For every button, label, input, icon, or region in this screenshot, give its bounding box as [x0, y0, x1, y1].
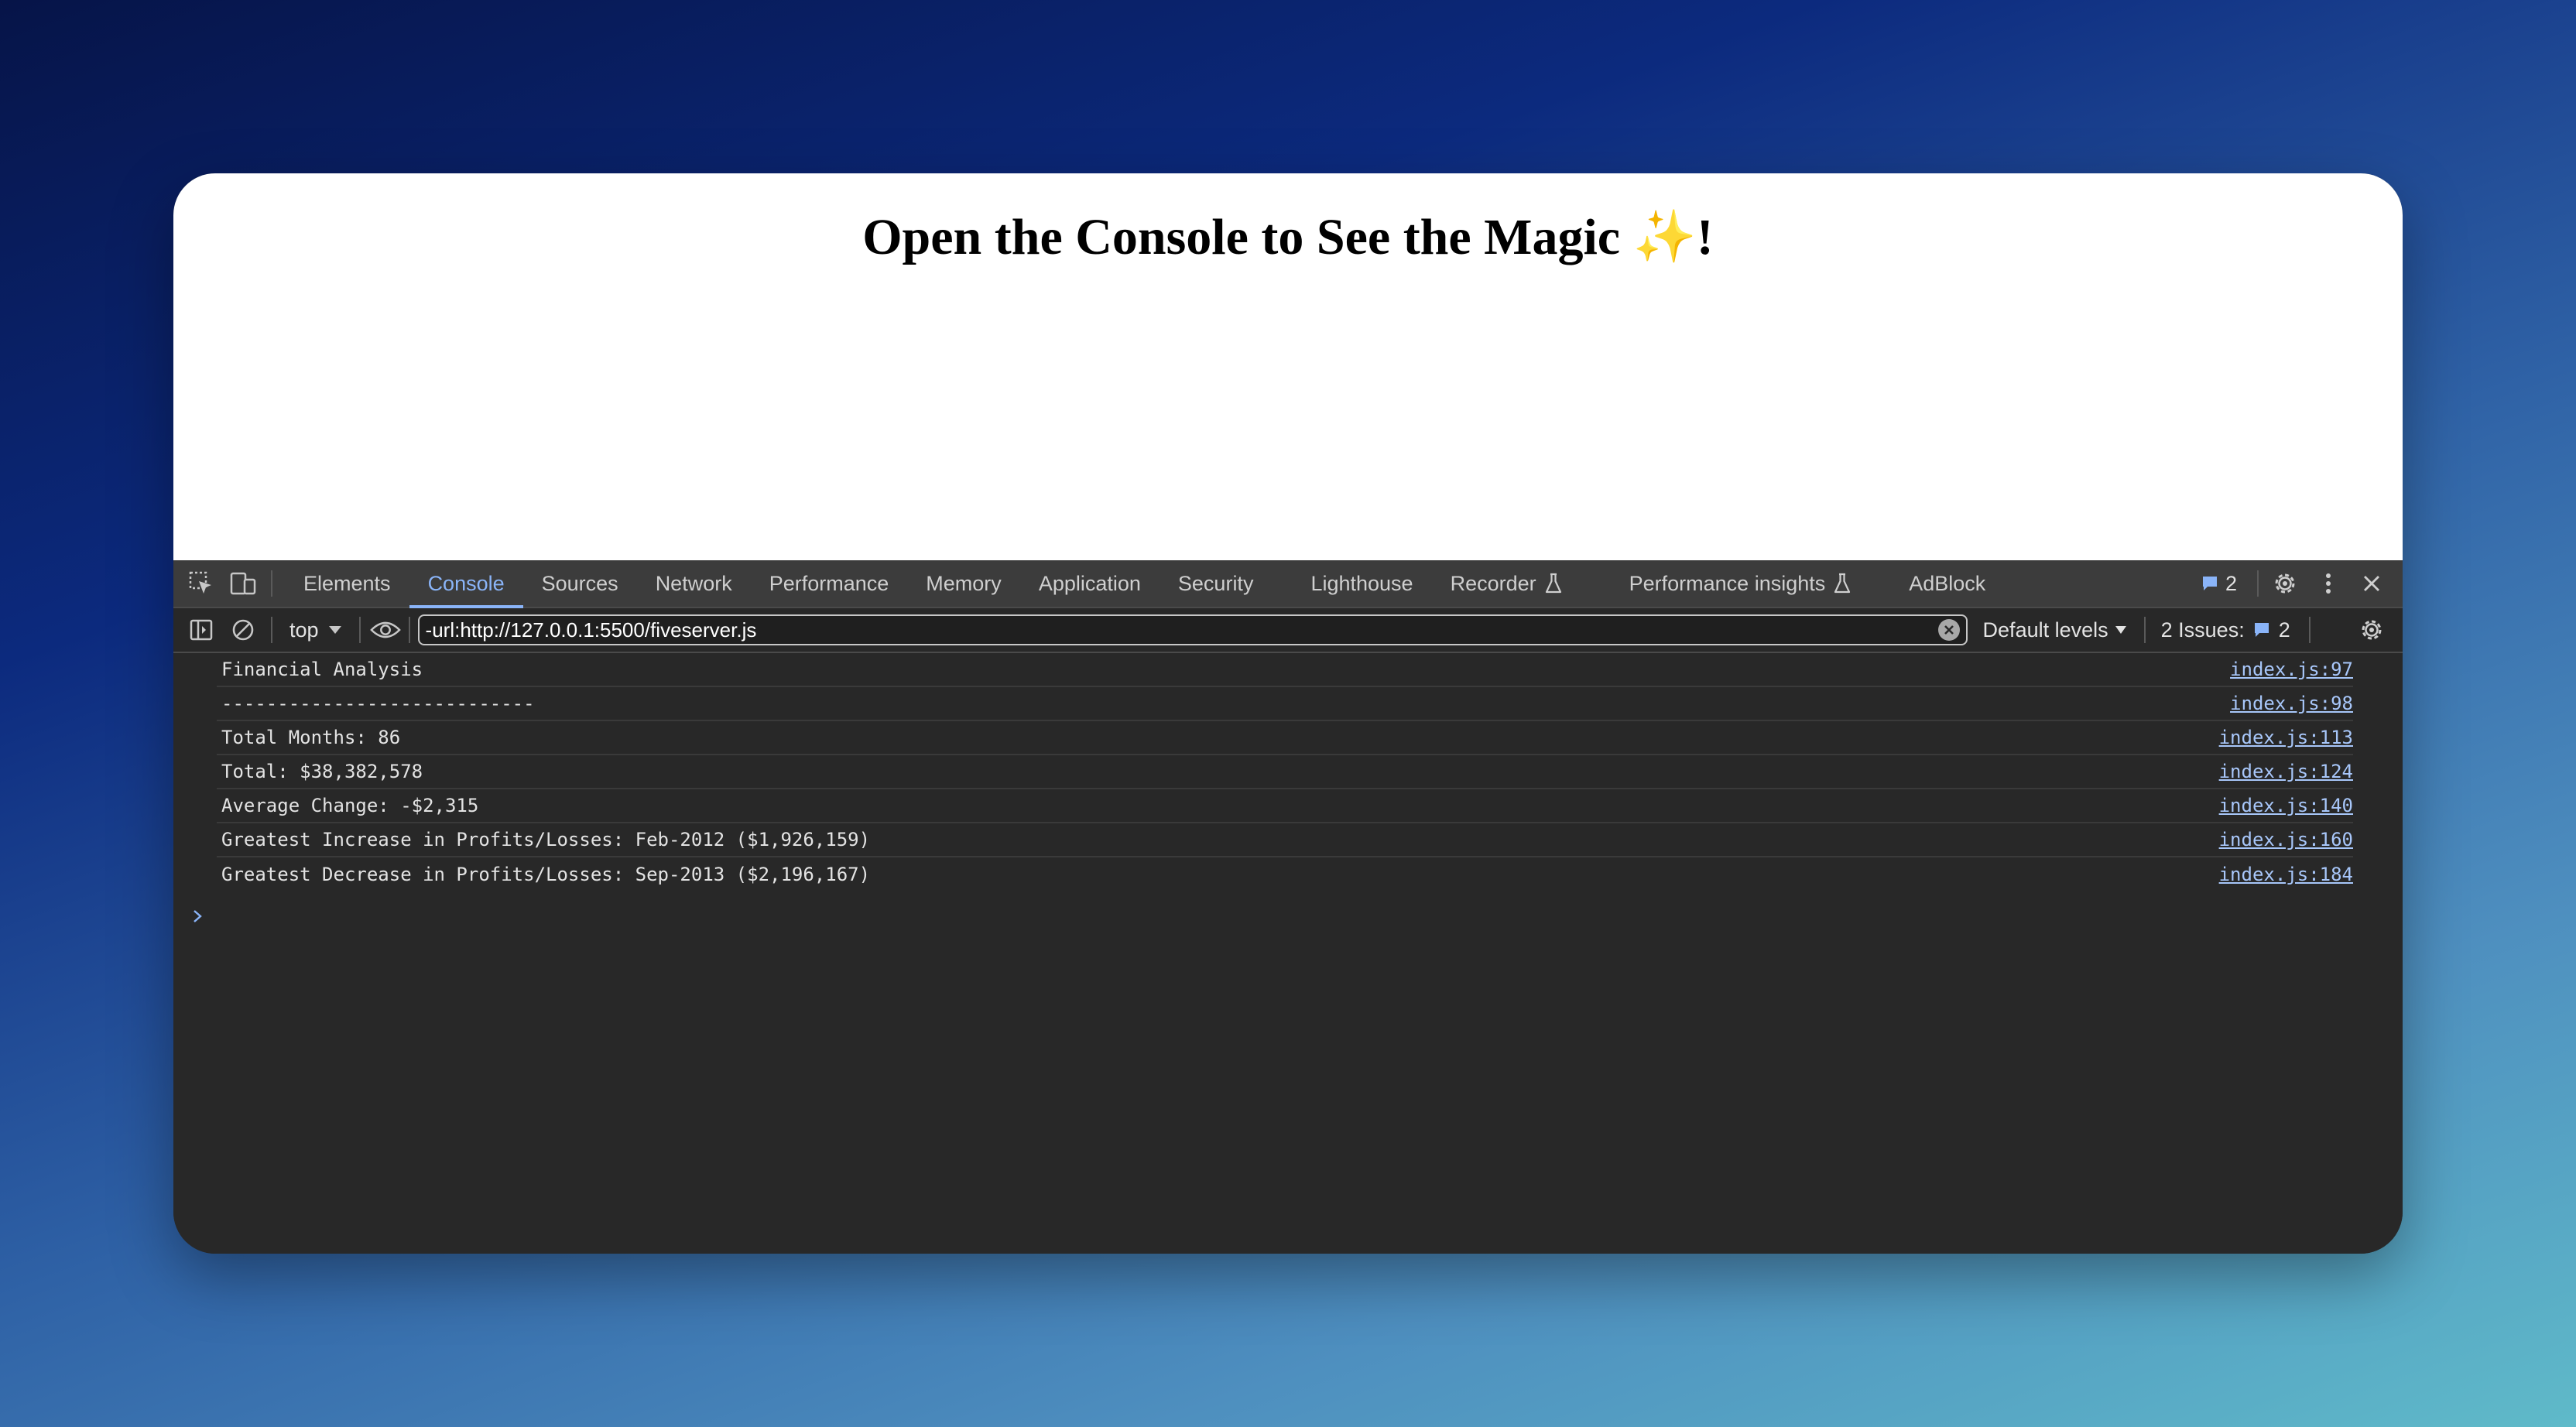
tab-recorder[interactable]: Recorder — [1432, 560, 1581, 607]
log-row: Total Months: 86 index.js:113 — [217, 721, 2353, 755]
page-heading-suffix: ! — [1696, 209, 1714, 265]
log-source-link[interactable]: index.js:98 — [2230, 693, 2353, 714]
context-selector[interactable]: top — [279, 618, 353, 642]
tab-label: Elements — [303, 572, 391, 595]
log-row: Total: $38,382,578 index.js:124 — [217, 755, 2353, 789]
log-message: Total Months: 86 — [221, 727, 401, 748]
log-message: Greatest Decrease in Profits/Losses: Sep… — [221, 864, 871, 885]
tab-performance[interactable]: Performance — [751, 560, 908, 607]
tab-label: AdBlock — [1909, 572, 1986, 595]
devtools-tabbar: Elements Console Sources Network Perform… — [173, 560, 2403, 608]
tab-label: Lighthouse — [1310, 572, 1413, 595]
caret-down-icon — [328, 625, 342, 635]
log-row: Average Change: -$2,315 index.js:140 — [217, 789, 2353, 823]
tab-label: Security — [1177, 572, 1254, 595]
prompt-chevron-icon — [192, 909, 203, 924]
tab-label: Console — [427, 572, 505, 595]
live-expression-eye-icon[interactable] — [369, 614, 401, 645]
log-message: Total: $38,382,578 — [221, 761, 423, 782]
page-viewport: Open the Console to See the Magic ✨! — [173, 173, 2403, 560]
console-filter-field[interactable] — [417, 614, 1968, 645]
messages-badge[interactable]: 2 — [2191, 572, 2246, 596]
issues-count: 2 — [2278, 618, 2290, 642]
log-message: ---------------------------- — [221, 693, 535, 714]
tab-elements[interactable]: Elements — [285, 560, 409, 607]
flask-icon — [1544, 573, 1563, 594]
toolbar-divider — [271, 617, 272, 643]
inspect-element-icon[interactable] — [186, 568, 217, 599]
tab-security[interactable]: Security — [1160, 560, 1273, 607]
log-message: Average Change: -$2,315 — [221, 795, 479, 816]
console-settings-gear-icon[interactable] — [2356, 614, 2387, 645]
console-output: Financial Analysis index.js:97 ---------… — [173, 653, 2403, 1254]
tab-label: Memory — [926, 572, 1002, 595]
log-source-link[interactable]: index.js:160 — [2219, 829, 2353, 850]
messages-count: 2 — [2225, 571, 2237, 595]
tab-sources[interactable]: Sources — [523, 560, 637, 607]
log-source-link[interactable]: index.js:124 — [2219, 761, 2353, 782]
message-icon — [2252, 621, 2271, 639]
page-heading: Open the Console to See the Magic ✨! — [173, 207, 2403, 267]
sparkles-icon: ✨ — [1632, 209, 1697, 265]
device-toolbar-icon[interactable] — [228, 568, 259, 599]
log-levels-label: Default levels — [1982, 618, 2108, 642]
log-message: Greatest Increase in Profits/Losses: Feb… — [221, 829, 871, 850]
message-icon — [2201, 574, 2219, 593]
toolbar-divider — [358, 617, 361, 643]
context-value: top — [289, 618, 319, 642]
issues-label: 2 Issues: — [2160, 618, 2245, 642]
tab-memory[interactable]: Memory — [907, 560, 1020, 607]
tab-adblock[interactable]: AdBlock — [1890, 560, 2004, 607]
console-filterbar: top Default levels — [173, 608, 2403, 653]
caret-down-icon — [2115, 625, 2127, 635]
tab-label: Performance insights — [1629, 572, 1826, 595]
log-source-link[interactable]: index.js:140 — [2219, 795, 2353, 816]
close-icon[interactable] — [2356, 568, 2387, 599]
tab-label: Recorder — [1450, 572, 1536, 595]
issues-button[interactable]: 2 Issues: 2 — [2161, 618, 2290, 642]
toolbar-divider — [408, 617, 410, 643]
tab-network[interactable]: Network — [637, 560, 751, 607]
toolbar-divider — [2143, 617, 2146, 643]
settings-gear-icon[interactable] — [2269, 568, 2300, 599]
devtools-panel: Elements Console Sources Network Perform… — [173, 560, 2403, 1254]
tabbar-actions: 2 — [2191, 568, 2403, 599]
log-message: Financial Analysis — [221, 659, 423, 680]
sidebar-toggle-icon[interactable] — [186, 614, 217, 645]
log-row: ---------------------------- index.js:98 — [217, 687, 2353, 721]
log-row: Greatest Increase in Profits/Losses: Feb… — [217, 823, 2353, 857]
log-levels-dropdown[interactable]: Default levels — [1983, 618, 2127, 642]
flask-icon — [1833, 573, 1852, 594]
clear-console-icon[interactable] — [228, 614, 259, 645]
tab-console[interactable]: Console — [409, 560, 523, 608]
filter-input[interactable] — [425, 618, 1938, 642]
tab-application[interactable]: Application — [1020, 560, 1160, 607]
page-heading-text: Open the Console to See the Magic — [862, 209, 1633, 265]
tab-label: Network — [655, 572, 732, 595]
console-prompt[interactable] — [192, 901, 2403, 932]
tab-performance-insights[interactable]: Performance insights — [1611, 560, 1871, 607]
log-row: Greatest Decrease in Profits/Losses: Sep… — [217, 857, 2353, 891]
tab-label: Application — [1038, 572, 1141, 595]
tab-label: Sources — [541, 572, 618, 595]
tab-label: Performance — [769, 572, 889, 595]
toolbar-divider — [2257, 570, 2259, 597]
log-source-link[interactable]: index.js:113 — [2219, 727, 2353, 748]
toolbar-divider — [2308, 617, 2311, 643]
browser-window: Open the Console to See the Magic ✨! Ele… — [173, 173, 2403, 1254]
more-options-icon[interactable] — [2313, 568, 2344, 599]
log-source-link[interactable]: index.js:97 — [2230, 659, 2353, 680]
tab-lighthouse[interactable]: Lighthouse — [1292, 560, 1431, 607]
clear-filter-icon[interactable] — [1937, 619, 1960, 641]
log-source-link[interactable]: index.js:184 — [2219, 864, 2353, 885]
toolbar-divider — [271, 570, 272, 597]
log-row: Financial Analysis index.js:97 — [217, 653, 2353, 687]
